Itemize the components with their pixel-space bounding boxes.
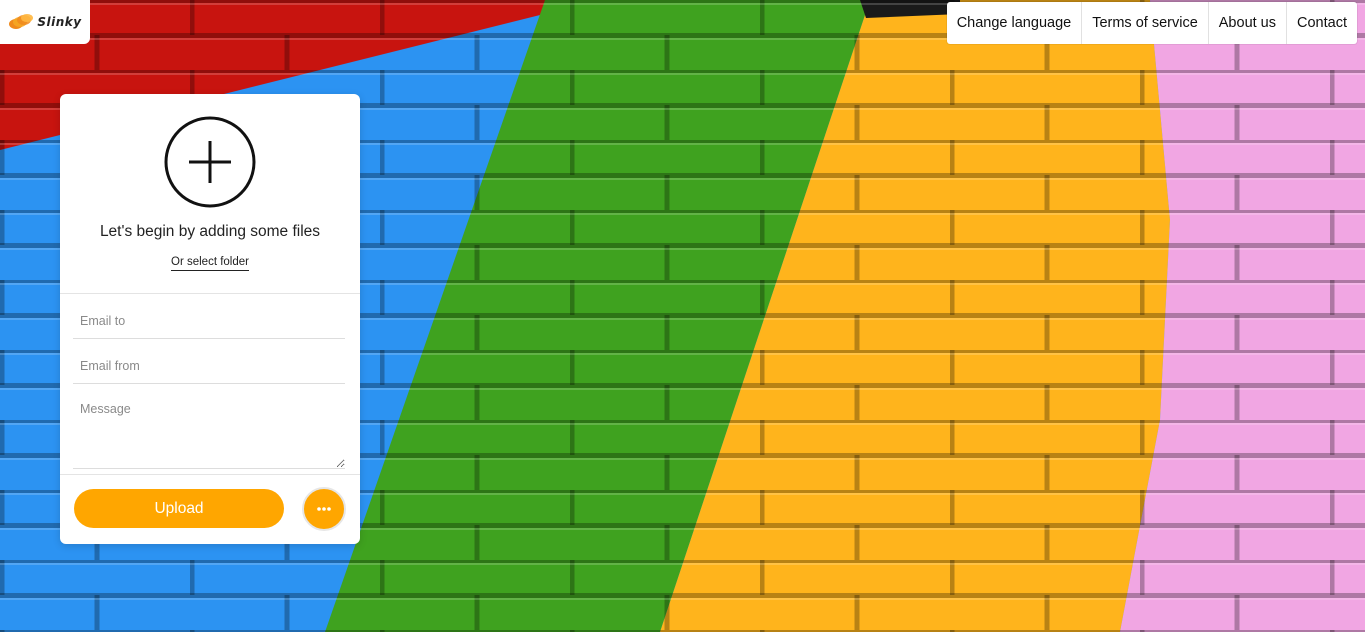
nav-contact[interactable]: Contact <box>1286 2 1357 44</box>
top-navigation: Change language Terms of service About u… <box>946 2 1357 44</box>
upload-panel: Let's begin by adding some files Or sele… <box>60 94 360 544</box>
nav-change-language[interactable]: Change language <box>947 2 1082 44</box>
message-textarea[interactable] <box>73 394 345 469</box>
nav-terms-of-service[interactable]: Terms of service <box>1081 2 1208 44</box>
brand-logo[interactable]: Slinky <box>0 0 90 44</box>
panel-divider <box>60 474 360 475</box>
more-options-button[interactable] <box>302 487 346 531</box>
add-files-title: Let's begin by adding some files <box>99 223 321 240</box>
add-files-dropzone[interactable]: Let's begin by adding some files Or sele… <box>60 94 360 294</box>
slinky-logo-icon <box>9 14 34 29</box>
email-from-input[interactable] <box>73 349 345 384</box>
upload-button[interactable]: Upload <box>74 489 284 528</box>
plus-circle-icon[interactable] <box>164 116 256 208</box>
select-folder-link[interactable]: Or select folder <box>171 256 249 271</box>
more-options-icon <box>317 507 331 511</box>
brand-name: Slinky <box>37 15 82 29</box>
nav-about-us[interactable]: About us <box>1207 2 1286 44</box>
email-to-input[interactable] <box>73 304 345 339</box>
